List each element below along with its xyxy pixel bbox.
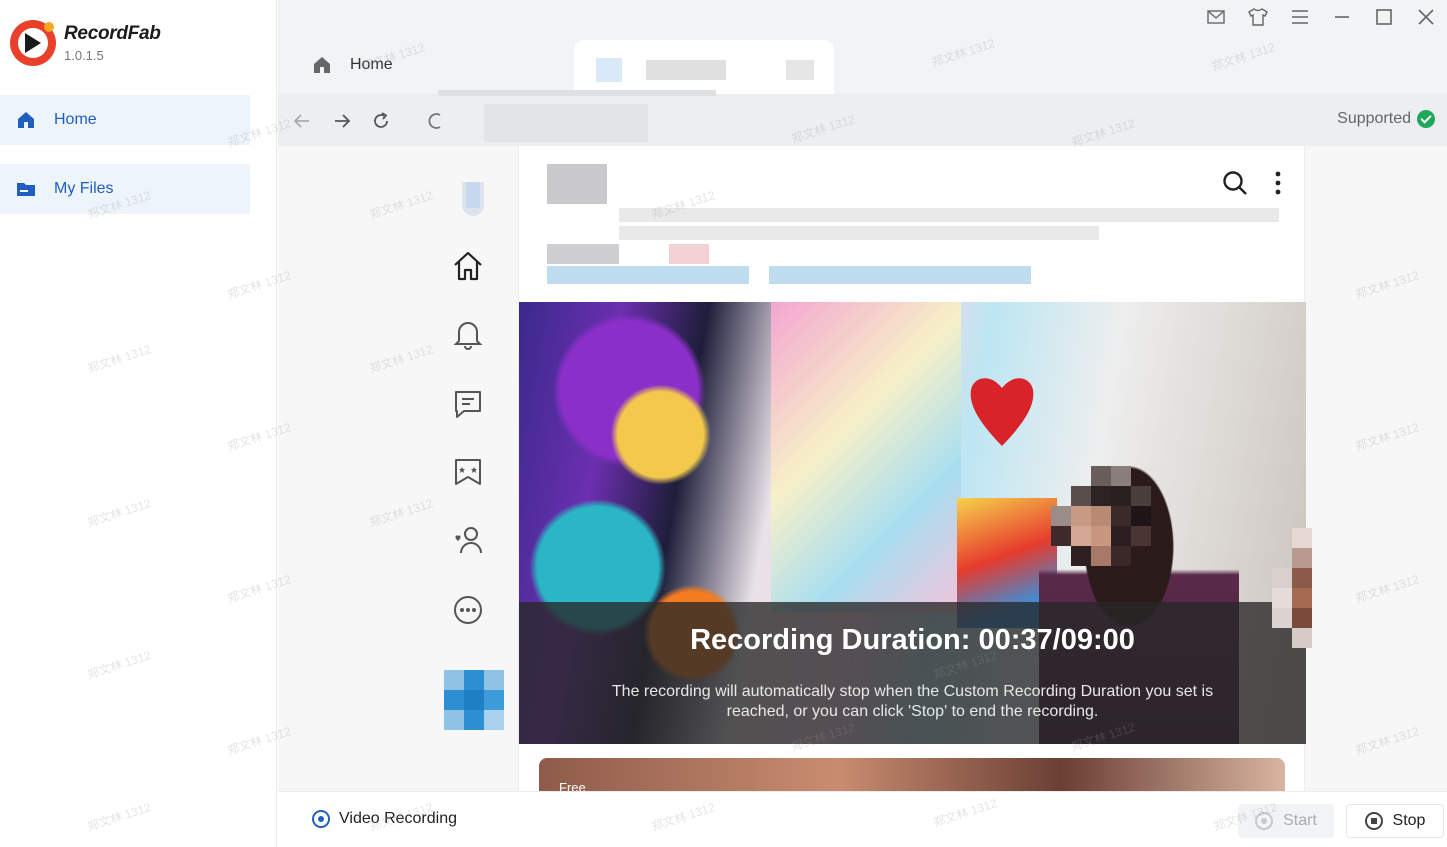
browser-toolbar: Supported bbox=[278, 90, 1447, 146]
app-version: 1.0.1.5 bbox=[64, 48, 104, 63]
recording-description: The recording will automatically stop wh… bbox=[611, 683, 1214, 720]
recording-mode-label: Video Recording bbox=[339, 810, 458, 827]
window-controls bbox=[1195, 0, 1447, 34]
close-icon[interactable] bbox=[1405, 0, 1447, 34]
home-icon bbox=[18, 112, 34, 128]
blurred-text bbox=[619, 208, 1279, 222]
record-icon bbox=[1255, 812, 1274, 830]
post-author-blurred bbox=[547, 164, 607, 204]
search-icon[interactable] bbox=[1222, 170, 1248, 196]
recording-overlay: Recording Duration: 00:37/09:00 The reco… bbox=[519, 602, 1306, 744]
sidebar-item-my-files[interactable]: My Files bbox=[0, 164, 250, 214]
forward-arrow-icon[interactable] bbox=[332, 111, 352, 131]
video-recording-icon bbox=[312, 810, 330, 828]
tab-label: Home bbox=[350, 56, 393, 73]
url-blurred[interactable] bbox=[484, 104, 648, 142]
sidebar-item-label: Home bbox=[54, 111, 97, 128]
app-name: RecordFab bbox=[64, 23, 161, 44]
loading-icon bbox=[428, 113, 441, 129]
blurred-link[interactable] bbox=[769, 266, 1031, 284]
blurred-text bbox=[619, 226, 1099, 240]
tab-active-blurred[interactable] bbox=[574, 40, 834, 94]
mail-icon[interactable] bbox=[1195, 0, 1237, 34]
folder-icon bbox=[17, 183, 35, 196]
sidebar-item-label: My Files bbox=[54, 180, 114, 197]
heart-painting-image bbox=[970, 378, 1034, 446]
brand: RecordFab 1.0.1.5 bbox=[10, 20, 161, 66]
sidebar: RecordFab 1.0.1.5 Home My Files bbox=[0, 0, 277, 847]
free-badge: Free bbox=[559, 780, 586, 791]
start-label: Start bbox=[1283, 812, 1317, 829]
next-post-preview[interactable]: Free bbox=[539, 758, 1285, 791]
supported-status: Supported bbox=[1337, 110, 1435, 128]
video-player[interactable]: Recording Duration: 00:37/09:00 The reco… bbox=[519, 302, 1306, 744]
start-button[interactable]: Start bbox=[1238, 804, 1334, 838]
blurred-link[interactable] bbox=[547, 266, 749, 284]
avatar[interactable] bbox=[462, 182, 484, 216]
home-icon bbox=[314, 57, 330, 73]
kebab-menu-icon[interactable] bbox=[1274, 170, 1282, 196]
sidebar-item-home[interactable]: Home bbox=[0, 95, 250, 145]
side-image-blurred bbox=[1272, 528, 1336, 654]
tab-home[interactable]: Home bbox=[312, 55, 393, 75]
message-icon[interactable] bbox=[450, 386, 486, 422]
refresh-icon[interactable] bbox=[371, 111, 391, 131]
shirt-icon[interactable] bbox=[1237, 0, 1279, 34]
profile-avatar-blurred[interactable] bbox=[444, 670, 504, 732]
recording-mode[interactable]: Video Recording bbox=[312, 810, 457, 828]
titlebar: Home bbox=[278, 0, 1447, 94]
more-circle-icon[interactable] bbox=[450, 592, 486, 628]
menu-icon[interactable] bbox=[1279, 0, 1321, 34]
recordfab-logo-icon bbox=[10, 20, 56, 66]
back-arrow-icon[interactable] bbox=[292, 111, 312, 131]
check-circle-icon bbox=[1417, 110, 1435, 128]
blurred-text bbox=[547, 244, 619, 264]
address-bar-blurred bbox=[438, 90, 716, 96]
maximize-icon[interactable] bbox=[1363, 0, 1405, 34]
face-blurred bbox=[1051, 466, 1191, 576]
stop-label: Stop bbox=[1392, 812, 1426, 829]
site-nav bbox=[438, 146, 508, 791]
painting-image bbox=[771, 302, 961, 612]
web-content: Recording Duration: 00:37/09:00 The reco… bbox=[278, 146, 1447, 791]
post-card: Recording Duration: 00:37/09:00 The reco… bbox=[518, 146, 1306, 791]
stop-button[interactable]: Stop bbox=[1346, 804, 1444, 838]
collections-icon[interactable] bbox=[450, 454, 486, 490]
stop-icon bbox=[1364, 812, 1383, 830]
subscriptions-icon[interactable] bbox=[450, 522, 486, 558]
bottom-bar: Video Recording Start Stop bbox=[278, 791, 1447, 847]
recording-duration: Recording Duration: 00:37/09:00 bbox=[690, 624, 1135, 656]
bell-icon[interactable] bbox=[450, 316, 486, 352]
supported-label: Supported bbox=[1337, 110, 1411, 127]
site-nav-home-icon[interactable] bbox=[450, 248, 486, 284]
blurred-text bbox=[669, 244, 709, 264]
minimize-icon[interactable] bbox=[1321, 0, 1363, 34]
